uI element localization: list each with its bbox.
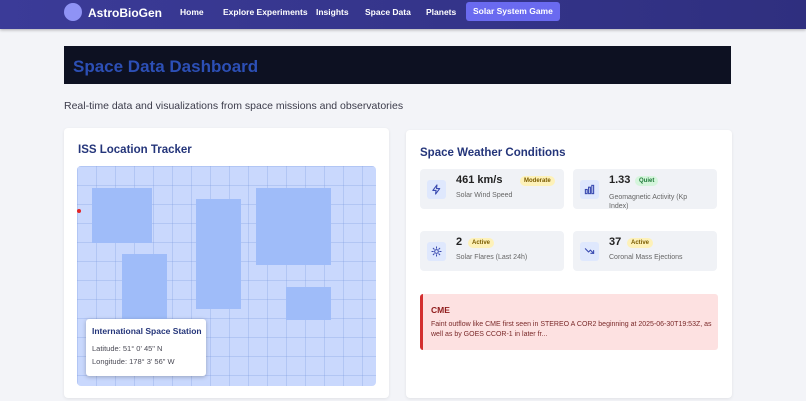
status-badge: Quiet	[635, 176, 659, 186]
space-weather-card: Space Weather Conditions 461 km/s Modera…	[406, 130, 732, 398]
cme-label: Coronal Mass Ejections	[609, 254, 683, 261]
geomagnetic-value: 1.33	[609, 174, 631, 186]
page-title: Space Data Dashboard	[73, 57, 259, 76]
geomagnetic-label: Geomagnetic Activity (Kp Index)	[609, 194, 688, 210]
metric-geomagnetic: 1.33 Quiet Geomagnetic Activity (Kp Index…	[573, 169, 717, 210]
iss-card-title: ISS Location Tracker	[78, 144, 192, 156]
map-landmass	[256, 188, 331, 265]
map-landmass	[122, 254, 167, 329]
brand-name[interactable]: AstroBioGen	[88, 6, 162, 20]
dashboard-banner: Space Data Dashboard	[64, 46, 731, 84]
top-nav: AstroBioGen Home Explore Experiments Ins…	[0, 0, 806, 29]
trending-down-icon	[580, 242, 599, 261]
iss-longitude: Longitude: 178° 3' 56" W	[92, 357, 175, 366]
page-subtitle: Real-time data and visualizations from s…	[64, 100, 404, 112]
nav-explore-experiments[interactable]: Explore Experiments	[223, 7, 308, 17]
nav-space-data[interactable]: Space Data	[365, 7, 411, 17]
nav-home[interactable]: Home	[180, 7, 204, 17]
status-badge: Active	[627, 238, 654, 248]
iss-latitude: Latitude: 51° 0' 45" N	[92, 344, 163, 353]
map-landmass	[92, 188, 152, 243]
solar-wind-label: Solar Wind Speed	[456, 192, 513, 199]
solar-wind-value: 461 km/s	[456, 174, 503, 186]
metric-solar-flares: 2 Active Solar Flares (Last 24h)	[420, 231, 564, 271]
alert-title: CME	[431, 305, 450, 315]
status-badge: Moderate	[520, 176, 555, 186]
solar-flares-label: Solar Flares (Last 24h)	[456, 254, 528, 261]
solar-flares-value: 2	[456, 236, 463, 248]
weather-card-title: Space Weather Conditions	[420, 147, 566, 159]
cme-value: 37	[609, 236, 622, 248]
cme-alert[interactable]: CME Faint outflow like CME first seen in…	[420, 294, 718, 350]
bar-chart-icon	[580, 180, 599, 199]
iss-tracker-card: ISS Location Tracker International Space…	[64, 128, 389, 398]
map-landmass	[196, 199, 241, 309]
nav-solar-system-game-button[interactable]: Solar System Game	[466, 2, 560, 21]
alert-body: Faint outflow like CME first seen in STE…	[431, 321, 712, 338]
map-landmass	[286, 287, 331, 320]
iss-info-popup: International Space Station Latitude: 51…	[86, 319, 206, 376]
sun-icon	[427, 242, 446, 261]
status-badge: Active	[468, 238, 495, 248]
metric-cme: 37 Active Coronal Mass Ejections	[573, 231, 717, 271]
iss-map[interactable]: International Space Station Latitude: 51…	[77, 166, 376, 386]
popup-title: International Space Station	[92, 326, 202, 336]
nav-planets[interactable]: Planets	[426, 7, 456, 17]
nav-insights[interactable]: Insights	[316, 7, 349, 17]
lightning-icon	[427, 180, 446, 199]
iss-marker[interactable]	[77, 209, 81, 213]
logo-icon[interactable]	[64, 3, 82, 21]
metric-solar-wind: 461 km/s Moderate Solar Wind Speed	[420, 169, 564, 209]
